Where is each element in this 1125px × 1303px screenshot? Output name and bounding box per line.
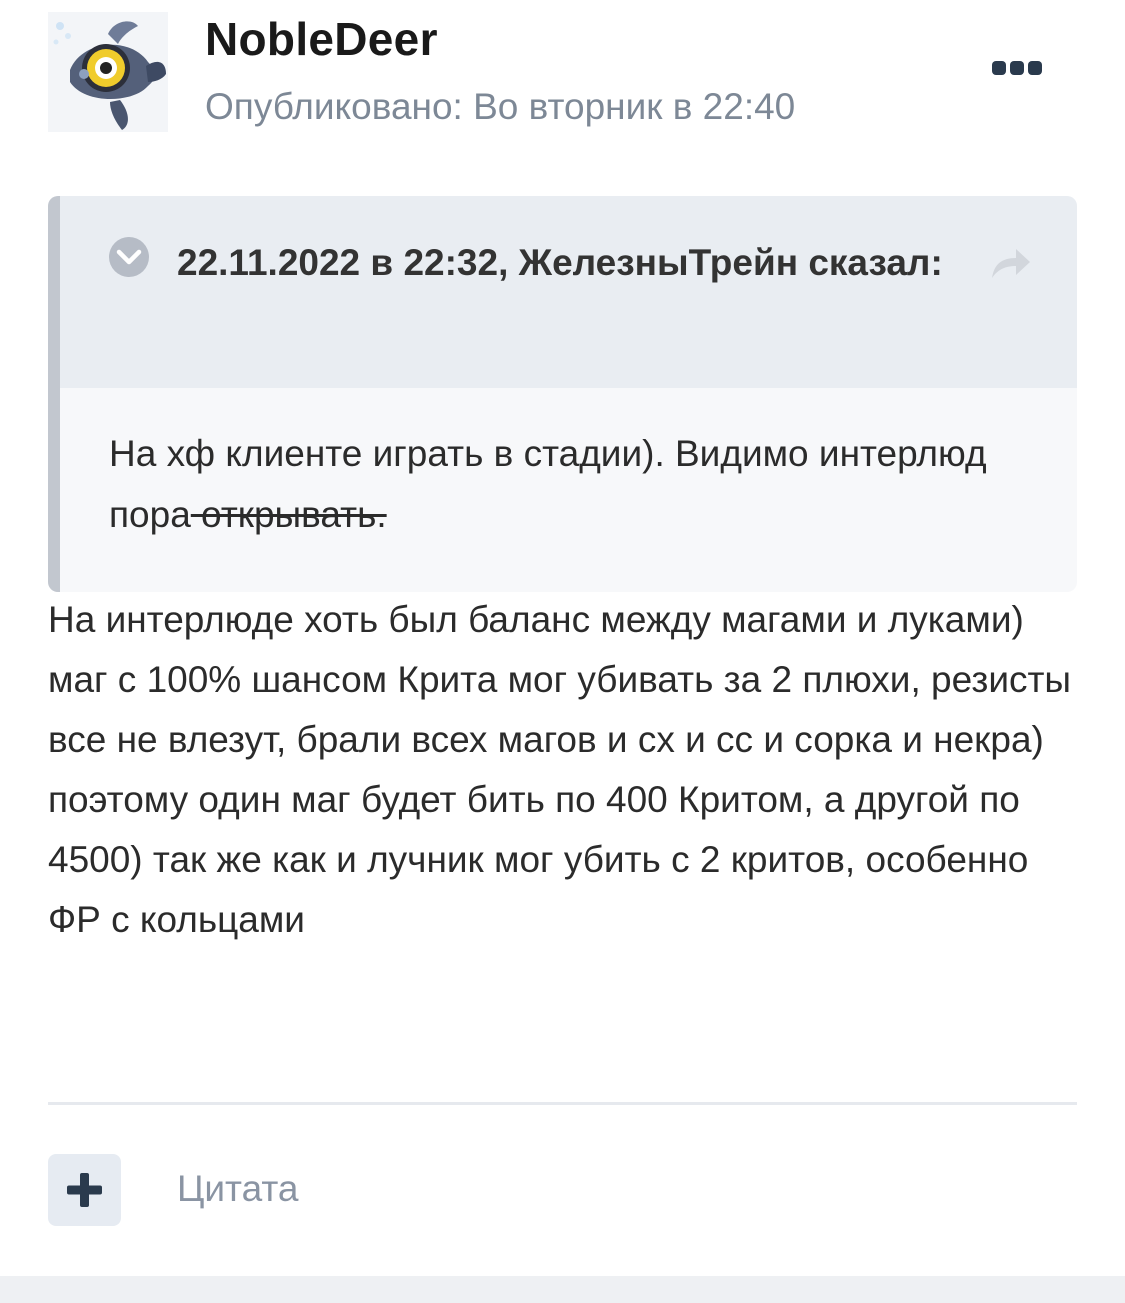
add-quote-button[interactable] <box>48 1154 121 1226</box>
share-arrow-icon <box>992 249 1030 278</box>
more-options-button[interactable] <box>988 55 1046 81</box>
quote-link[interactable]: Цитата <box>177 1168 298 1210</box>
quote-citation[interactable]: 22.11.2022 в 22:32, ЖелезныТрейн сказал: <box>109 232 949 293</box>
quote-collapse-button[interactable] <box>108 236 150 278</box>
more-options-icon <box>992 61 1042 75</box>
quote-share-button[interactable] <box>988 244 1032 284</box>
quote-text-strikethrough: открывать. <box>190 494 387 535</box>
quote-text: На хф клиенте играть в стадии). Видимо и… <box>109 423 1009 545</box>
published-date: Опубликовано: Во вторник в 22:40 <box>205 86 796 127</box>
quote-header: 22.11.2022 в 22:32, ЖелезныТрейн сказал: <box>60 196 1077 388</box>
post-body-text: На интерлюде хоть был баланс между магам… <box>48 599 1072 940</box>
fish-avatar-icon <box>48 12 168 132</box>
author-avatar[interactable] <box>48 12 168 132</box>
bottom-edge <box>0 1276 1125 1303</box>
quote-border <box>48 196 60 592</box>
plus-icon <box>67 1173 102 1207</box>
footer-divider <box>48 1102 1077 1105</box>
chevron-down-circle-icon <box>109 237 149 277</box>
quote-block: 22.11.2022 в 22:32, ЖелезныТрейн сказал:… <box>48 196 1077 592</box>
forum-post: NobleDeer Опубликовано: Во вторник в 22:… <box>0 0 1125 1303</box>
author-name[interactable]: NobleDeer <box>205 12 438 66</box>
